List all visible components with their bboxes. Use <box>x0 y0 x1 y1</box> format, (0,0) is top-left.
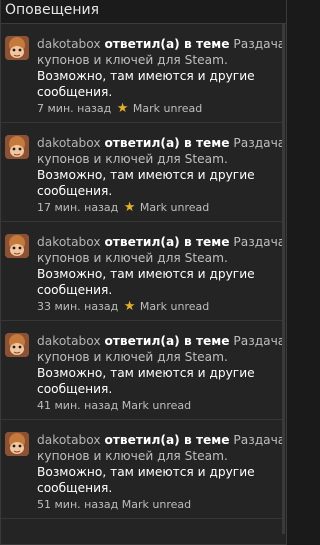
timestamp: 17 мин. назад <box>37 201 119 214</box>
scrollbar[interactable] <box>282 24 285 534</box>
timestamp: 33 мин. назад <box>37 300 119 313</box>
topic-link[interactable]: Раздача <box>233 37 285 51</box>
message-text: Возможно, там имеются и другие <box>37 267 255 281</box>
mark-unread-link[interactable]: Mark unread <box>122 498 191 511</box>
message-text: Возможно, там имеются и другие <box>37 168 255 182</box>
message-text-continued: сообщения. <box>37 283 113 297</box>
notification-text: dakotabox ответил(а) в теме Раздача купо… <box>37 333 285 413</box>
notification-item[interactable]: dakotabox ответил(а) в теме Раздача купо… <box>1 123 285 222</box>
username-link[interactable]: dakotabox <box>37 37 101 51</box>
timestamp: 7 мин. назад <box>37 102 112 115</box>
username-link[interactable]: dakotabox <box>37 334 101 348</box>
topic-link-continued[interactable]: купонов и ключей для Steam. <box>37 52 277 68</box>
message-text-continued: сообщения. <box>37 184 113 198</box>
timestamp: 51 мин. назад <box>37 498 119 511</box>
username-link[interactable]: dakotabox <box>37 136 101 150</box>
action-text: ответил(а) в теме <box>104 136 230 150</box>
timestamp: 41 мин. назад <box>37 399 119 412</box>
topic-link-continued[interactable]: купонов и ключей для Steam. <box>37 250 277 266</box>
notification-text: dakotabox ответил(а) в теме Раздача купо… <box>37 234 285 314</box>
avatar[interactable] <box>5 135 29 159</box>
notification-list: dakotabox ответил(а) в теме Раздача купо… <box>1 24 285 519</box>
avatar-image <box>5 432 29 456</box>
mark-unread-link[interactable]: Mark unread <box>133 102 202 115</box>
notification-text: dakotabox ответил(а) в теме Раздача купо… <box>37 135 285 215</box>
notifications-panel: Оповещения dakotabox ответил(а) в теме Р… <box>0 0 287 545</box>
notification-item[interactable]: dakotabox ответил(а) в теме Раздача купо… <box>1 222 285 321</box>
topic-link[interactable]: Раздача <box>233 136 285 150</box>
username-link[interactable]: dakotabox <box>37 235 101 249</box>
notification-text: dakotabox ответил(а) в теме Раздача купо… <box>37 432 285 512</box>
notification-text: dakotabox ответил(а) в теме Раздача купо… <box>37 36 285 116</box>
topic-link[interactable]: Раздача <box>233 334 285 348</box>
topic-link-continued[interactable]: купонов и ключей для Steam. <box>37 349 277 365</box>
avatar-image <box>5 234 29 258</box>
mark-unread-link[interactable]: Mark unread <box>140 201 209 214</box>
mark-unread-link[interactable]: Mark unread <box>140 300 209 313</box>
action-text: ответил(а) в теме <box>104 334 230 348</box>
star-icon: ★ <box>123 200 136 215</box>
avatar-image <box>5 333 29 357</box>
mark-unread-link[interactable]: Mark unread <box>122 399 191 412</box>
action-text: ответил(а) в теме <box>104 235 230 249</box>
star-icon: ★ <box>123 299 136 314</box>
action-text: ответил(а) в теме <box>104 37 230 51</box>
username-link[interactable]: dakotabox <box>37 433 101 447</box>
message-text: Возможно, там имеются и другие <box>37 465 255 479</box>
avatar[interactable] <box>5 432 29 456</box>
star-icon: ★ <box>116 101 129 116</box>
avatar-image <box>5 135 29 159</box>
avatar[interactable] <box>5 36 29 60</box>
topic-link-continued[interactable]: купонов и ключей для Steam. <box>37 448 277 464</box>
topic-link[interactable]: Раздача <box>233 235 285 249</box>
avatar-image <box>5 36 29 60</box>
notification-item[interactable]: dakotabox ответил(а) в теме Раздача купо… <box>1 420 285 519</box>
notification-item[interactable]: dakotabox ответил(а) в теме Раздача купо… <box>1 321 285 420</box>
message-text-continued: сообщения. <box>37 85 113 99</box>
message-text: Возможно, там имеются и другие <box>37 366 255 380</box>
message-text-continued: сообщения. <box>37 382 113 396</box>
topic-link[interactable]: Раздача <box>233 433 285 447</box>
notification-item[interactable]: dakotabox ответил(а) в теме Раздача купо… <box>1 24 285 123</box>
message-text: Возможно, там имеются и другие <box>37 69 255 83</box>
topic-link-continued[interactable]: купонов и ключей для Steam. <box>37 151 277 167</box>
panel-title: Оповещения <box>1 0 286 24</box>
message-text-continued: сообщения. <box>37 481 113 495</box>
avatar[interactable] <box>5 234 29 258</box>
action-text: ответил(а) в теме <box>104 433 230 447</box>
avatar[interactable] <box>5 333 29 357</box>
